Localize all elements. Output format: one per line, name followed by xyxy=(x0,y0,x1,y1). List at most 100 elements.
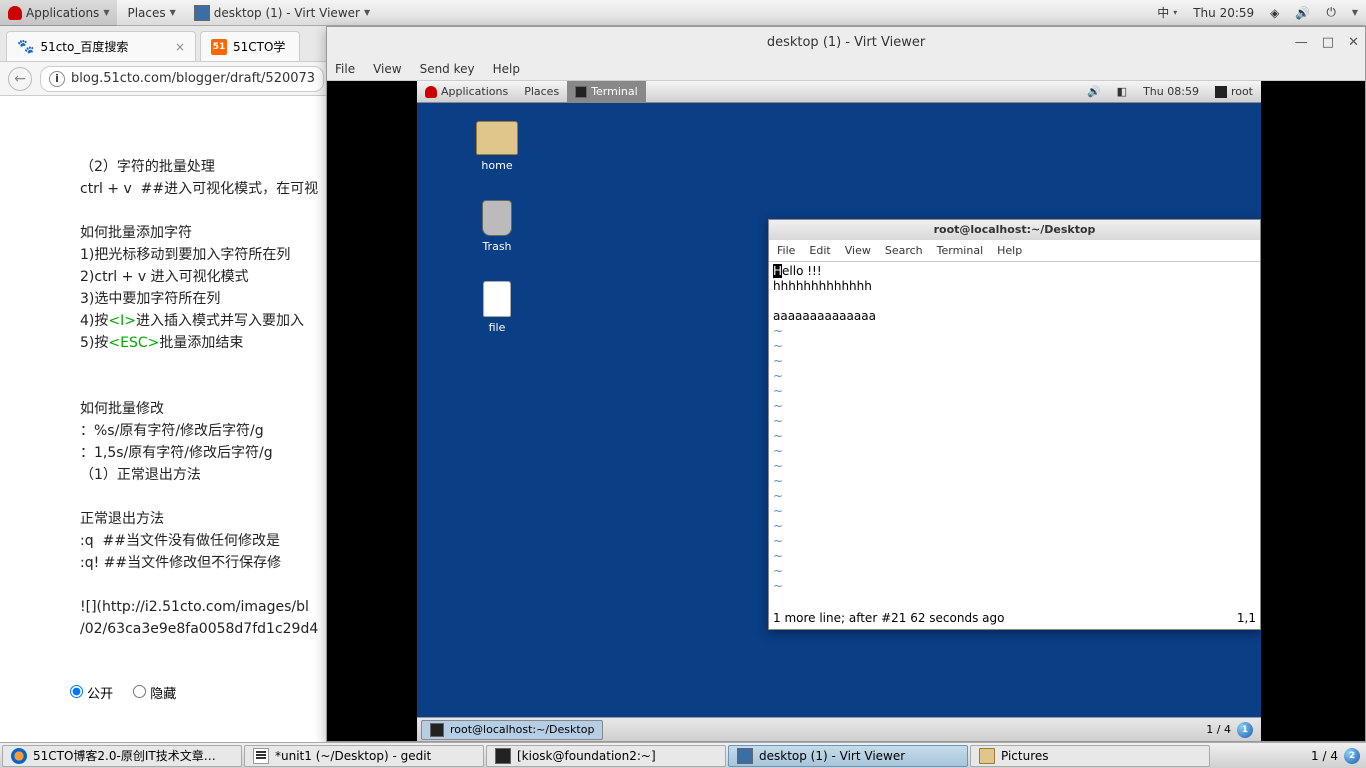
task-label: 51CTO博客2.0-原创IT技术文章… xyxy=(33,747,216,764)
file-icon[interactable]: file xyxy=(467,281,527,334)
workspace-indicator[interactable]: 1 / 4 xyxy=(1311,749,1338,763)
menu-help[interactable]: Help xyxy=(493,62,520,76)
network-icon[interactable]: ◈ xyxy=(1262,0,1287,26)
ime-label: 中 xyxy=(1157,4,1169,21)
chevron-down-icon: ▼ xyxy=(103,8,109,17)
user-icon xyxy=(1215,86,1227,98)
menu-label: Places xyxy=(127,6,165,20)
browser-tab-1[interactable]: 🐾 51cto_百度搜索 × xyxy=(6,31,196,61)
host-taskbar: 51CTO博客2.0-原创IT技术文章… *unit1 (~/Desktop) … xyxy=(0,742,1366,768)
terminal-icon xyxy=(430,723,444,737)
trash-icon[interactable]: Trash xyxy=(467,200,527,253)
ime-indicator[interactable]: 中▾ xyxy=(1149,0,1185,26)
firefox-icon xyxy=(11,748,27,764)
taskbar-gedit-button[interactable]: *unit1 (~/Desktop) - gedit xyxy=(244,745,484,767)
menu-file[interactable]: File xyxy=(335,62,355,76)
status-message: 1 more line; after #21 62 seconds ago xyxy=(773,611,1004,625)
chevron-down-icon: ▼ xyxy=(364,8,370,17)
task-label: root@localhost:~/Desktop xyxy=(450,723,594,736)
menu-label: Applications xyxy=(441,85,508,98)
menu-search[interactable]: Search xyxy=(885,244,923,257)
folder-icon xyxy=(979,748,995,764)
text: ello !!! xyxy=(782,264,822,278)
guest-places-menu[interactable]: Places xyxy=(516,81,567,103)
terminal-status: 1 more line; after #21 62 seconds ago 1,… xyxy=(769,611,1260,625)
workspace-indicator[interactable]: 1 / 4 xyxy=(1206,723,1231,736)
trashcan-icon xyxy=(482,200,512,236)
cursor: H xyxy=(773,264,782,278)
window-title: desktop (1) - Virt Viewer xyxy=(767,35,925,50)
terminal-titlebar[interactable]: root@localhost:~/Desktop xyxy=(769,220,1260,240)
menu-view[interactable]: View xyxy=(373,62,401,76)
visibility-radios: 公开 隐藏 xyxy=(70,683,176,702)
info-icon: i xyxy=(49,71,65,87)
guest-applications-menu[interactable]: Applications xyxy=(417,81,516,103)
host-applications-menu[interactable]: Applications ▼ xyxy=(0,0,117,26)
host-clock[interactable]: Thu 20:59 xyxy=(1185,0,1262,26)
host-places-menu[interactable]: Places ▼ xyxy=(119,0,183,26)
document-icon xyxy=(483,281,511,317)
baidu-icon: 🐾 xyxy=(17,39,34,55)
notification-badge[interactable]: 2 xyxy=(1344,748,1360,764)
taskbar-virtviewer-button[interactable]: desktop (1) - Virt Viewer xyxy=(728,745,968,767)
guest-desktop[interactable]: Applications Places Terminal 🔊 ◧ Thu 08:… xyxy=(417,81,1261,741)
gedit-icon xyxy=(253,748,269,764)
power-icon[interactable]: ⏻ xyxy=(1318,0,1344,26)
virt-titlebar[interactable]: desktop (1) - Virt Viewer — □ ✕ xyxy=(327,27,1365,57)
menu-label: Places xyxy=(524,85,559,98)
menu-terminal[interactable]: Terminal xyxy=(937,244,984,257)
user-menu-icon[interactable]: ▼ xyxy=(1344,0,1366,26)
clock-label: Thu 20:59 xyxy=(1193,6,1254,20)
chevron-down-icon: ▾ xyxy=(1173,8,1177,17)
menu-view[interactable]: View xyxy=(845,244,871,257)
guest-clock[interactable]: Thu 08:59 xyxy=(1135,81,1207,103)
taskbar-pictures-button[interactable]: Pictures xyxy=(970,745,1210,767)
menu-label: Applications xyxy=(26,6,99,20)
screen-icon xyxy=(737,748,753,764)
menu-file[interactable]: File xyxy=(777,244,795,257)
guest-volume-icon[interactable]: 🔊 xyxy=(1079,81,1109,103)
guest-user-menu[interactable]: root xyxy=(1207,81,1261,103)
task-label: desktop (1) - Virt Viewer xyxy=(759,749,905,763)
taskbar-terminal-button[interactable]: [kiosk@foundation2:~] xyxy=(486,745,726,767)
desktop-icons: home Trash file xyxy=(467,121,527,334)
close-icon[interactable]: × xyxy=(175,40,185,54)
terminal-window: root@localhost:~/Desktop File Edit View … xyxy=(768,219,1261,630)
cursor-position: 1,1 xyxy=(1237,611,1256,625)
url-field[interactable]: i blog.51cto.com/blogger/draft/520073 xyxy=(40,66,324,92)
clock-label: Thu 08:59 xyxy=(1143,85,1199,98)
radio-public[interactable]: 公开 xyxy=(70,683,113,702)
menu-sendkey[interactable]: Send key xyxy=(420,62,475,76)
taskbar-terminal-button[interactable]: root@localhost:~/Desktop xyxy=(421,720,603,740)
icon-label: Trash xyxy=(482,240,511,253)
terminal-menubar: File Edit View Search Terminal Help xyxy=(769,240,1260,262)
menu-label: Terminal xyxy=(591,85,638,98)
url-text: blog.51cto.com/blogger/draft/520073 xyxy=(71,71,315,86)
back-button[interactable]: ← xyxy=(8,67,32,91)
tab-title: 51CTO学 xyxy=(233,38,285,55)
redhat-icon xyxy=(8,6,22,20)
volume-icon[interactable]: 🔊 xyxy=(1287,0,1318,26)
close-button[interactable]: ✕ xyxy=(1348,35,1359,50)
menu-help[interactable]: Help xyxy=(997,244,1022,257)
task-label: Pictures xyxy=(1001,749,1049,763)
browser-tab-2[interactable]: 51 51CTO学 xyxy=(200,31,300,61)
taskbar-firefox-button[interactable]: 51CTO博客2.0-原创IT技术文章… xyxy=(2,745,242,767)
guest-terminal-menu[interactable]: Terminal xyxy=(567,81,646,103)
guest-network-icon[interactable]: ◧ xyxy=(1109,81,1135,103)
maximize-button[interactable]: □ xyxy=(1322,35,1334,50)
virt-display[interactable]: Applications Places Terminal 🔊 ◧ Thu 08:… xyxy=(327,81,1365,741)
guest-top-panel: Applications Places Terminal 🔊 ◧ Thu 08:… xyxy=(417,81,1261,103)
icon-label: home xyxy=(481,159,512,172)
terminal-body[interactable]: Hello !!! hhhhhhhhhhhhh aaaaaaaaaaaaaa ~… xyxy=(769,262,1260,611)
folder-icon xyxy=(476,121,518,155)
radio-hidden[interactable]: 隐藏 xyxy=(133,683,176,702)
tab-title: 51cto_百度搜索 xyxy=(40,38,128,55)
notification-badge[interactable]: 1 xyxy=(1237,722,1253,738)
icon-label: file xyxy=(489,321,506,334)
home-folder-icon[interactable]: home xyxy=(467,121,527,172)
minimize-button[interactable]: — xyxy=(1295,35,1308,50)
task-label: [kiosk@foundation2:~] xyxy=(517,749,656,763)
host-active-window-menu[interactable]: desktop (1) - Virt Viewer ▼ xyxy=(186,0,378,26)
menu-edit[interactable]: Edit xyxy=(809,244,830,257)
